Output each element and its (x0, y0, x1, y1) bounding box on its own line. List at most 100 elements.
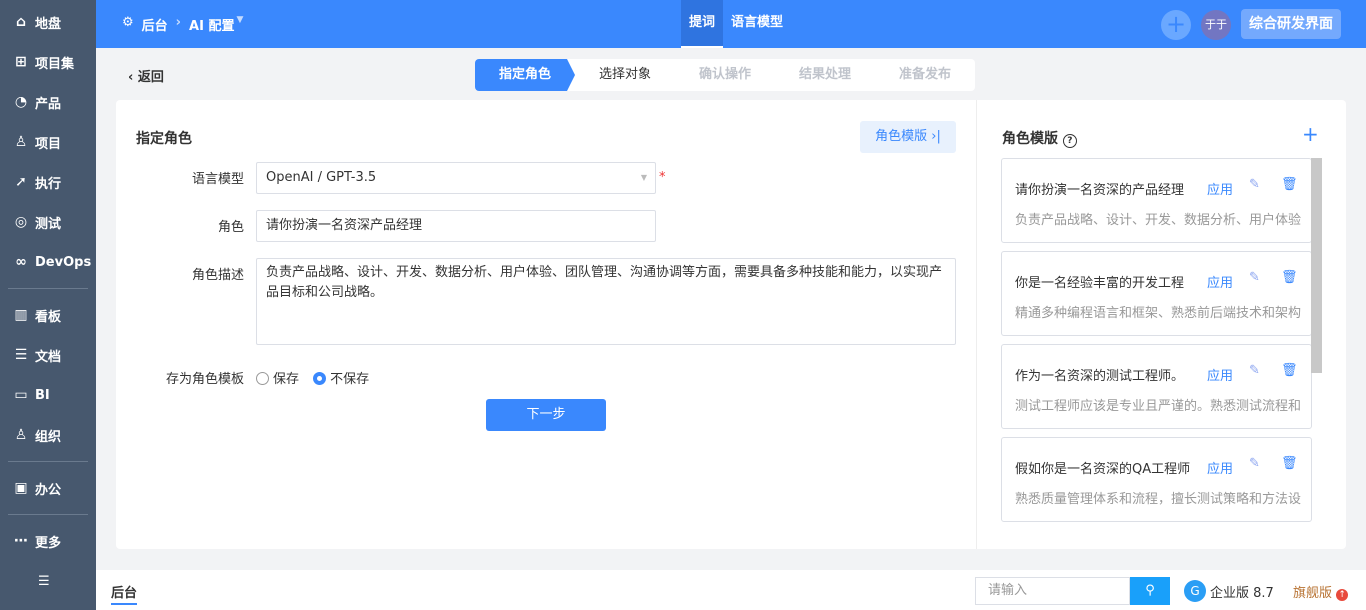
bottom-bar: 后台 请输入 ⚲ G 企业版 8.7 旗舰版 ↑ (96, 570, 1366, 610)
template-desc: 熟悉质量管理体系和流程，擅长测试策略和方法设 (1015, 492, 1302, 507)
edition: G 企业版 8.7 (1184, 580, 1274, 602)
desc-label: 角色描述 (191, 268, 244, 283)
sidebar-item-label: BI (35, 387, 50, 403)
chart-icon: ▭ (14, 387, 28, 403)
infinity-icon: ∞ (15, 254, 27, 270)
save-radio-group: 保存 不保存 (256, 368, 369, 387)
role-input[interactable]: 请你扮演一名资深产品经理 (256, 210, 656, 242)
bottom-tab[interactable]: 后台 (111, 582, 138, 605)
sidebar-item[interactable]: ♙ 项目 (0, 122, 96, 162)
gear-icon: ⚙ (122, 15, 134, 30)
template-title: 你是一名经验丰富的开发工程 (1015, 276, 1185, 291)
add-icon[interactable]: + (1161, 10, 1191, 40)
delete-icon[interactable]: 🗑 (1281, 177, 1298, 192)
sidebar-item-label: 地盘 (35, 16, 62, 32)
delete-icon[interactable]: 🗑 (1281, 456, 1298, 471)
add-template-icon[interactable]: + (1302, 122, 1319, 146)
desc-textarea[interactable]: 负责产品战略、设计、开发、数据分析、用户体验、团队管理、沟通协调等方面，需要具备… (256, 258, 956, 345)
template-card: 作为一名资深的测试工程师。 应用 ✎ 🗑 测试工程师应该是专业且严谨的。熟悉测试流程和 (1001, 344, 1312, 429)
edition-label: 企业版 8.7 (1210, 585, 1274, 601)
back-label: 返回 (137, 70, 164, 85)
edit-icon[interactable]: ✎ (1249, 363, 1260, 378)
step-2[interactable]: 选择对象 (575, 59, 675, 91)
apply-button[interactable]: 应用 (1207, 365, 1233, 384)
template-panel-title: 角色模版 ? (1002, 128, 1077, 148)
role-template-label: 角色模版 (875, 129, 928, 144)
header: ⚙ 后台 › AI 配置 ▼ 提词 语言模型 + 于于 综合研发界面 (96, 0, 1366, 48)
sidebar-item[interactable]: ☰ 文档 (0, 335, 96, 375)
sidebar-item[interactable]: ⌂ 地盘 (0, 2, 96, 42)
sidebar-item-label: 文档 (35, 349, 62, 365)
template-card: 请你扮演一名资深的产品经理 应用 ✎ 🗑 负责产品战略、设计、开发、数据分析、用户体验 (1001, 158, 1312, 243)
sidebar-item[interactable]: ∞ DevOps (0, 242, 96, 282)
sidebar-item[interactable]: ➚ 执行 (0, 162, 96, 202)
search-button[interactable]: ⚲ (1130, 577, 1170, 605)
run-icon: ➚ (15, 174, 27, 190)
edit-icon[interactable]: ✎ (1249, 177, 1260, 192)
sidebar-item[interactable]: ▥ 看板 (0, 295, 96, 335)
home-icon: ⌂ (15, 14, 27, 30)
breadcrumb: ⚙ 后台 › AI 配置 ▼ (122, 15, 243, 34)
step-3: 确认操作 (698, 67, 751, 82)
chevron-right-icon: › (175, 15, 182, 30)
tab-language-model[interactable]: 语言模型 (723, 0, 791, 48)
office-icon: ▣ (14, 480, 28, 496)
caret-down-icon: ▼ (236, 15, 244, 25)
tab-prompt[interactable]: 提词 (681, 0, 724, 48)
apply-button[interactable]: 应用 (1207, 272, 1233, 291)
sidebar-item[interactable]: ◎ 测试 (0, 202, 96, 242)
search-input[interactable]: 请输入 (975, 577, 1130, 605)
next-button[interactable]: 下一步 (486, 399, 606, 431)
apply-button[interactable]: 应用 (1207, 458, 1233, 477)
menu-toggle-icon[interactable]: ☰ (0, 561, 96, 601)
flagship-link[interactable]: 旗舰版 ↑ (1293, 582, 1349, 601)
help-icon[interactable]: ? (1062, 134, 1077, 148)
chevron-left-icon: ‹ (128, 70, 138, 85)
sidebar-item-label: 看板 (35, 309, 62, 325)
sidebar-item[interactable]: ♙ 组织 (0, 415, 96, 455)
edit-icon[interactable]: ✎ (1249, 270, 1260, 285)
caret-down-icon: ▼ (640, 173, 647, 182)
sidebar-item-label: 更多 (35, 535, 62, 551)
save-template-label: 存为角色模板 (165, 372, 244, 387)
sidebar-item-label: 测试 (35, 216, 62, 232)
scrollbar[interactable] (1311, 158, 1322, 373)
apply-button[interactable]: 应用 (1207, 179, 1233, 198)
more-icon: ⋯ (14, 533, 28, 549)
sidebar-item[interactable]: ▣ 办公 (0, 468, 96, 508)
step-1[interactable]: 指定角色 (475, 59, 575, 91)
project-icon: ♙ (14, 134, 28, 150)
template-card: 假如你是一名资深的QA工程师 应用 ✎ 🗑 熟悉质量管理体系和流程，擅长测试策略和方法设 (1001, 437, 1312, 522)
role-template-button[interactable]: 角色模版 ›| (860, 121, 956, 153)
sidebar-item-label: 组织 (35, 429, 62, 445)
switch-interface-button[interactable]: 综合研发界面 (1241, 9, 1341, 39)
role-label: 角色 (217, 220, 244, 235)
sidebar-item[interactable]: ◔ 产品 (0, 82, 96, 122)
delete-icon[interactable]: 🗑 (1281, 270, 1298, 285)
template-title: 请你扮演一名资深的产品经理 (1015, 183, 1185, 198)
sidebar-item-label: 办公 (35, 482, 62, 498)
upgrade-icon: ↑ (1336, 589, 1349, 601)
stepper: 指定角色 选择对象 确认操作 结果处理 准备发布 (475, 59, 975, 91)
template-title: 作为一名资深的测试工程师。 (1015, 369, 1185, 384)
test-icon: ◎ (14, 214, 28, 230)
radio-save-label: 保存 (273, 372, 300, 387)
sidebar-item[interactable]: ⊞ 项目集 (0, 42, 96, 82)
template-title-text: 角色模版 (1002, 131, 1058, 147)
sidebar-item[interactable]: ⋯ 更多 (0, 521, 96, 561)
sidebar-item[interactable]: ▭ BI (0, 375, 96, 415)
crumb-current[interactable]: AI 配置 (189, 15, 234, 34)
back-button[interactable]: ‹ 返回 (128, 66, 164, 85)
template-title: 假如你是一名资深的QA工程师 (1015, 462, 1190, 477)
radio-save[interactable]: 保存 (256, 372, 299, 387)
sidebar: ⌂ 地盘 ⊞ 项目集 ◔ 产品 ♙ 项目 ➚ 执行 ◎ 测试 ∞ DevOps ▥ 看板 ☰ 文档 ▭ BI ♙ 组织 ▣ 办… (0, 0, 96, 610)
kanban-icon: ▥ (14, 307, 28, 323)
model-select[interactable]: OpenAI / GPT-3.5 ▼ (256, 162, 656, 194)
radio-nosave[interactable]: 不保存 (313, 372, 369, 387)
form-title: 指定角色 (136, 131, 192, 147)
delete-icon[interactable]: 🗑 (1281, 363, 1298, 378)
avatar[interactable]: 于于 (1201, 10, 1231, 40)
crumb-home[interactable]: 后台 (142, 15, 168, 34)
edit-icon[interactable]: ✎ (1249, 456, 1260, 471)
sidebar-divider (8, 288, 88, 289)
